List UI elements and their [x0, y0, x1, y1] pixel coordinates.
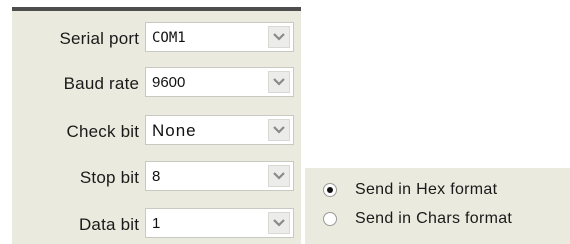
serial-port-row: Serial port : COM1: [12, 22, 301, 52]
baud-rate-select[interactable]: 9600: [145, 67, 294, 97]
chevron-down-icon: [273, 33, 285, 41]
send-chars-radio[interactable]: [323, 212, 337, 226]
chevron-down-icon: [273, 172, 285, 180]
baud-rate-label: Baud rate :: [63, 74, 149, 93]
data-bit-dropdown-button[interactable]: [268, 212, 290, 234]
chevron-down-icon: [273, 78, 285, 86]
check-bit-label: Check bit :: [66, 122, 149, 141]
baud-rate-row: Baud rate : 9600: [12, 67, 301, 97]
stop-bit-row: Stop bit : 8: [12, 161, 301, 191]
check-bit-dropdown-button[interactable]: [268, 119, 290, 141]
serial-settings-panel: Serial port : COM1 Baud rate : 9600 Chec…: [12, 7, 301, 244]
send-chars-label[interactable]: Send in Chars format: [355, 210, 512, 228]
stop-bit-dropdown-button[interactable]: [268, 165, 290, 187]
send-hex-radio-option[interactable]: Send in Hex format: [323, 179, 568, 201]
baud-rate-dropdown-button[interactable]: [268, 71, 290, 93]
serial-port-select[interactable]: COM1: [145, 22, 294, 52]
stop-bit-value: 8: [152, 168, 161, 185]
baud-rate-value: 9600: [152, 74, 186, 91]
data-bit-value: 1: [152, 215, 161, 232]
stop-bit-select[interactable]: 8: [145, 161, 294, 191]
send-hex-label[interactable]: Send in Hex format: [355, 181, 497, 199]
chevron-down-icon: [273, 219, 285, 227]
send-hex-radio[interactable]: [323, 183, 337, 197]
send-chars-radio-option[interactable]: Send in Chars format: [323, 208, 568, 230]
data-bit-select[interactable]: 1: [145, 208, 294, 238]
serial-port-label: Serial port :: [59, 29, 149, 48]
serial-port-value: COM1: [152, 30, 186, 46]
check-bit-select[interactable]: None: [145, 115, 294, 145]
check-bit-row: Check bit : None: [12, 115, 301, 145]
radio-selected-dot: [327, 187, 333, 193]
serial-port-dropdown-button[interactable]: [268, 26, 290, 48]
data-bit-row: Data bit : 1: [12, 208, 301, 238]
send-format-panel: Send in Hex format Send in Chars format: [305, 168, 570, 244]
stop-bit-label: Stop bit :: [79, 168, 149, 187]
chevron-down-icon: [273, 126, 285, 134]
check-bit-value: None: [152, 121, 197, 140]
data-bit-label: Data bit :: [78, 215, 149, 234]
